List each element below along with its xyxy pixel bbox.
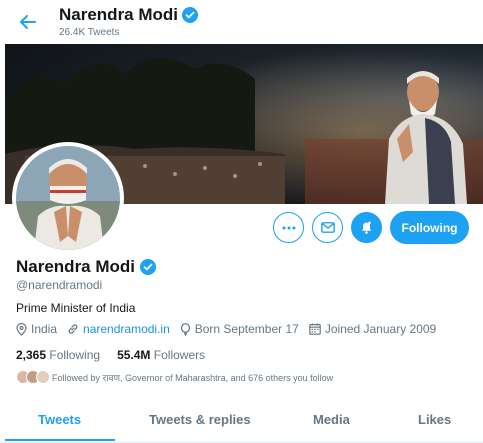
link-icon — [68, 324, 78, 334]
balloon-icon — [180, 322, 190, 336]
calendar-icon — [309, 323, 321, 335]
bell-plus-icon — [361, 221, 372, 234]
following-button[interactable]: Following — [390, 211, 469, 244]
more-options-button[interactable] — [273, 212, 304, 243]
tab-tweets-replies[interactable]: Tweets & replies — [149, 412, 251, 427]
follow-stats: 2,365 Following 55.4M Followers — [16, 348, 222, 362]
tweet-count: 26.4K Tweets — [59, 27, 120, 38]
verified-badge-icon — [182, 7, 199, 23]
followers-label: Followers — [153, 348, 206, 362]
website-link[interactable]: narendramodi.in — [83, 322, 170, 336]
birthday: Born September 17 — [180, 322, 299, 336]
location-pin-icon — [16, 322, 27, 336]
profile-avatar[interactable] — [12, 142, 124, 254]
birthday-text: Born September 17 — [194, 322, 299, 336]
tab-tweets[interactable]: Tweets — [38, 412, 81, 427]
followed-by[interactable]: Followed by रावण, Governor of Maharashtr… — [16, 370, 333, 384]
profile-bio: Prime Minister of India — [16, 301, 136, 315]
following-stat[interactable]: 2,365 Following — [16, 348, 100, 362]
tab-media[interactable]: Media — [313, 412, 350, 427]
following-count: 2,365 — [16, 348, 47, 362]
profile-meta: India narendramodi.in Born September 17 … — [16, 322, 446, 336]
back-arrow-icon[interactable] — [14, 9, 42, 35]
header-name: Narendra Modi — [59, 5, 179, 24]
website[interactable]: narendramodi.in — [67, 322, 170, 336]
following-label: Following — [49, 348, 101, 362]
joined-date: Joined January 2009 — [309, 322, 436, 336]
followers-count: 55.4M — [117, 348, 151, 362]
followed-by-avatars — [16, 370, 50, 384]
envelope-icon — [320, 222, 335, 233]
avatar-photo — [16, 146, 120, 250]
notifications-button[interactable] — [351, 212, 382, 243]
profile-handle: @narendramodi — [16, 278, 103, 292]
mini-avatar — [36, 370, 50, 384]
verified-badge-icon — [140, 259, 157, 275]
profile-tabs: Tweets Tweets & replies Media Likes — [0, 398, 483, 443]
tab-likes[interactable]: Likes — [418, 412, 451, 427]
profile-name-text: Narendra Modi — [16, 257, 136, 276]
more-dots-icon — [282, 226, 295, 229]
location: India — [16, 322, 57, 336]
profile-name: Narendra Modi — [16, 257, 157, 277]
followed-by-text: Followed by रावण, Governor of Maharashtr… — [52, 372, 334, 383]
active-tab-indicator — [5, 439, 115, 441]
message-button[interactable] — [312, 212, 343, 243]
location-text: India — [31, 322, 58, 336]
header-title: Narendra Modi — [59, 5, 199, 25]
top-bar: Narendra Modi 26.4K Tweets — [0, 0, 483, 44]
followers-stat[interactable]: 55.4M Followers — [117, 348, 205, 362]
joined-text: Joined January 2009 — [324, 322, 437, 336]
